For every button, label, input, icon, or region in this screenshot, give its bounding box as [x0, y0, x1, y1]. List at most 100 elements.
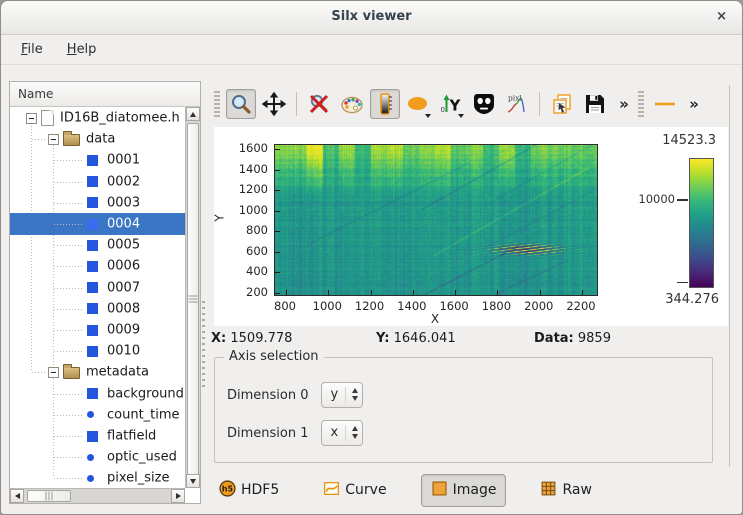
tree-item-0010[interactable]: 0010: [10, 340, 185, 362]
toolbar-handle[interactable]: [638, 91, 644, 117]
y-tick-label: 1000: [226, 203, 268, 217]
tree-item-optic-used[interactable]: optic_used: [10, 446, 185, 468]
svg-text:0: 0: [441, 106, 445, 114]
view-tab-label: Image: [453, 482, 497, 498]
tree-horizontal-scrollbar[interactable]: [10, 488, 185, 503]
magnifier-icon: [229, 92, 253, 116]
dimension-0-select[interactable]: y: [321, 382, 363, 408]
tree-expander-icon[interactable]: [26, 113, 37, 124]
scroll-right-button[interactable]: [171, 489, 185, 503]
raw-icon: [540, 480, 557, 501]
tree-item-pixel-size[interactable]: pixel_size: [10, 467, 185, 488]
tree-item-id16b-diatomee-h[interactable]: ID16B_diatomee.h: [10, 107, 185, 129]
tree-item-metadata[interactable]: metadata: [10, 361, 185, 383]
tree-viewport[interactable]: ID16B_diatomee.hdata 0001 0002 0003 00040005…: [10, 107, 185, 488]
view-tab-hdf5[interactable]: h5HDF5: [209, 474, 289, 507]
zoom-mode-button[interactable]: [226, 89, 256, 119]
colorbar-toggle-button[interactable]: [370, 89, 400, 119]
tree-guide-stub: [54, 415, 84, 416]
magnifier-red-x-icon: [307, 92, 331, 116]
tree-item-0009[interactable]: 0009: [10, 319, 185, 341]
tree-guide-stub: [54, 478, 84, 479]
scroll-down-button[interactable]: [186, 474, 200, 488]
tree-item-0002[interactable]: 0002: [10, 171, 185, 193]
dataset-icon: [87, 325, 98, 336]
spinner-arrows-icon[interactable]: [352, 388, 358, 401]
tree-guide-stub: [54, 245, 84, 246]
view-tab-image[interactable]: Image: [421, 474, 507, 507]
x-tick-mark: [497, 290, 498, 295]
dimension-value: x: [331, 425, 339, 440]
colormap-button[interactable]: [337, 89, 367, 119]
tree-vertical-scrollbar[interactable]: [185, 107, 200, 488]
intensity-histogram-button[interactable]: pixl: [502, 89, 532, 119]
colorbar-tick-label: 10000: [635, 192, 675, 206]
spinner-arrows-icon[interactable]: [352, 426, 358, 439]
x-tick-mark: [286, 290, 287, 295]
panel-splitter-handle[interactable]: [202, 301, 205, 391]
tree-item-label: pixel_size: [107, 471, 169, 486]
tree-item-0004[interactable]: 0004: [10, 213, 185, 235]
x-tick-label: 1600: [439, 299, 468, 313]
close-icon[interactable]: ×: [713, 9, 730, 24]
save-plot-button[interactable]: [580, 89, 610, 119]
image-plot-widget: X Y 14523.3 344.276 10000 80010001200140…: [214, 127, 728, 326]
reset-zoom-button[interactable]: [304, 89, 334, 119]
tree-item-flatfield[interactable]: flatfield: [10, 425, 185, 447]
tree-item-background[interactable]: background: [10, 383, 185, 405]
tree-item-0003[interactable]: 0003: [10, 192, 185, 214]
tree-item-count-time[interactable]: count_time: [10, 404, 185, 426]
profile-horizontal-line-button[interactable]: [650, 89, 680, 119]
dimension-1-select[interactable]: x: [321, 420, 363, 446]
aggregation-mode-button[interactable]: [403, 89, 433, 119]
view-tab-curve[interactable]: Curve: [313, 474, 396, 507]
tree-item-label: 0001: [107, 153, 140, 168]
title-bar[interactable]: Silx viewer ×: [1, 1, 742, 35]
scroll-left-button[interactable]: [10, 489, 24, 503]
y-axis-orientation-button[interactable]: 0Y: [436, 89, 466, 119]
pan-mode-button[interactable]: [259, 89, 289, 119]
toolbar-overflow-button[interactable]: »: [613, 89, 635, 119]
view-tab-raw[interactable]: Raw: [530, 474, 601, 507]
tree-item-0008[interactable]: 0008: [10, 298, 185, 320]
tree-expander-icon[interactable]: [48, 367, 59, 378]
dataset-icon: [87, 240, 98, 251]
profile-overflow-button[interactable]: »: [683, 89, 705, 119]
tree-expander-icon[interactable]: [48, 134, 59, 145]
x-tick-label: 800: [274, 299, 296, 313]
copy-plot-button[interactable]: [547, 89, 577, 119]
dimension-row-0: Dimension 0y: [227, 382, 363, 408]
x-tick-label: 1000: [313, 299, 342, 313]
tree-item-0007[interactable]: 0007: [10, 277, 185, 299]
tree-guide-stub: [54, 288, 84, 289]
cursor-y: Y: 1646.041: [376, 331, 456, 346]
view-mode-bar: h5HDF5 Curve Image Raw: [209, 474, 602, 506]
menu-help[interactable]: Help: [55, 38, 109, 61]
x-tick-mark: [328, 290, 329, 295]
dataset-icon: [87, 197, 98, 208]
y-tick-mark: [275, 149, 280, 150]
tree-item-0005[interactable]: 0005: [10, 234, 185, 256]
tree-item-0001[interactable]: 0001: [10, 149, 185, 171]
dimension-row-1: Dimension 1x: [227, 420, 363, 446]
tree-item-0006[interactable]: 0006: [10, 255, 185, 277]
toolbar-handle[interactable]: [214, 91, 220, 117]
colorbar-gradient[interactable]: [689, 158, 714, 288]
tree-guide-stub: [54, 309, 84, 310]
scroll-up-button[interactable]: [186, 107, 200, 121]
menu-file[interactable]: File: [9, 38, 55, 61]
tree-guide-stub: [54, 330, 84, 331]
tree-item-label: 0003: [107, 195, 140, 210]
horizontal-scroll-thumb[interactable]: [27, 490, 71, 502]
dataset-icon: [87, 261, 98, 272]
vertical-scroll-thumb[interactable]: [187, 123, 199, 475]
cursor-position-row: X: 1509.778 Y: 1646.041 Data: 9859: [211, 331, 731, 349]
x-tick-mark: [371, 290, 372, 295]
tree-item-data[interactable]: data: [10, 128, 185, 150]
x-tick-mark: [455, 290, 456, 295]
orange-line-icon: [653, 92, 677, 116]
mask-tool-button[interactable]: [469, 89, 499, 119]
image-plot-canvas[interactable]: [275, 145, 597, 295]
tree-header-name[interactable]: Name: [10, 82, 200, 107]
folder-icon: [63, 367, 80, 379]
